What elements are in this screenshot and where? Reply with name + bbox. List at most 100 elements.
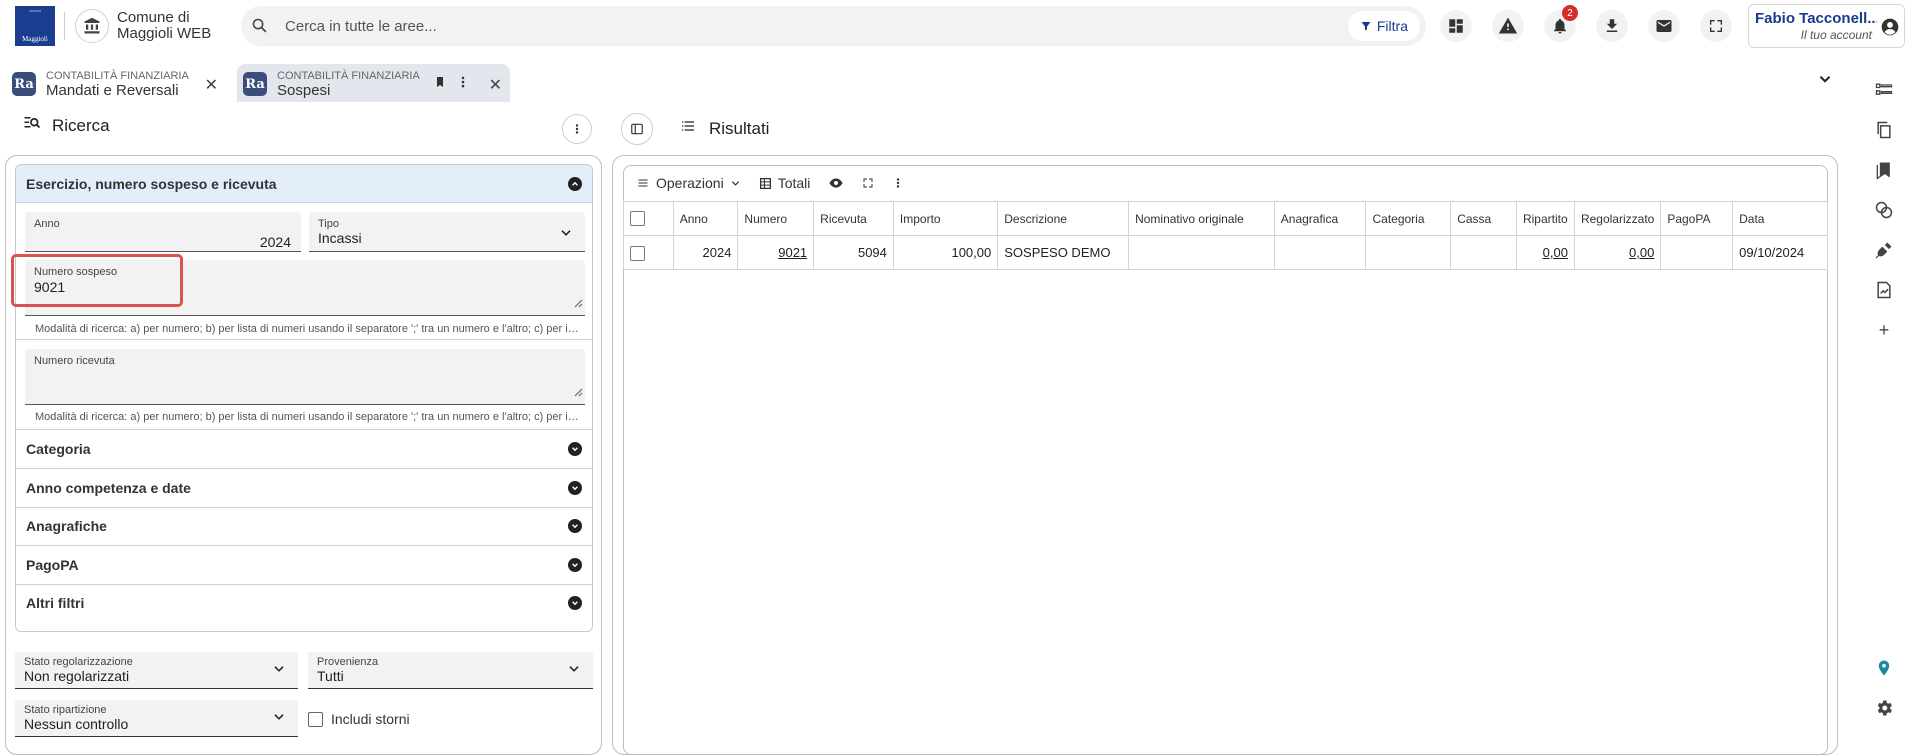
column-header[interactable]: Descrizione bbox=[997, 201, 1130, 236]
bell-icon[interactable]: 2 bbox=[1544, 5, 1578, 42]
eye-icon[interactable] bbox=[828, 177, 844, 189]
warning-icon[interactable] bbox=[1492, 10, 1524, 42]
table-header-row: Anno Numero Ricevuta Importo Descrizione… bbox=[623, 201, 1828, 236]
section-title: Categoria bbox=[26, 441, 91, 457]
section-title: Anno competenza e date bbox=[26, 480, 191, 496]
column-header[interactable]: Importo bbox=[892, 201, 999, 236]
column-header[interactable]: Cassa bbox=[1450, 201, 1517, 236]
chevron-down-icon bbox=[272, 710, 286, 729]
divider bbox=[16, 339, 592, 340]
tab-mandati-reversali[interactable]: Ra CONTABILITÀ FINANZIARIA Mandati e Rev… bbox=[6, 64, 226, 102]
mail-icon[interactable] bbox=[1648, 10, 1680, 42]
stato-ripartizione-label: Stato ripartizione bbox=[24, 704, 107, 716]
select-all-checkbox[interactable] bbox=[630, 211, 645, 227]
search-input[interactable] bbox=[285, 12, 1085, 40]
stato-ripartizione-select[interactable]: Stato ripartizione Nessun controllo bbox=[15, 700, 298, 737]
close-icon[interactable]: ✕ bbox=[205, 75, 218, 95]
section-title: Anagrafiche bbox=[26, 518, 107, 534]
coins-icon[interactable] bbox=[1872, 198, 1896, 222]
numero-ricevuta-field[interactable]: Numero ricevuta bbox=[25, 349, 585, 405]
more-vert-icon[interactable] bbox=[562, 114, 592, 144]
anno-field[interactable]: Anno 2024 bbox=[25, 212, 301, 252]
accordion-section-altri-filtri[interactable]: Altri filtri bbox=[16, 584, 592, 622]
totali-button[interactable]: Totali bbox=[759, 175, 810, 191]
row-select-cell[interactable] bbox=[623, 235, 674, 270]
column-header[interactable]: Regolarizzato bbox=[1573, 201, 1662, 236]
accordion-section-esercizio[interactable]: Esercizio, numero sospeso e ricevuta bbox=[16, 165, 592, 203]
numero-sospeso-hint: Modalità di ricerca: a) per numero; b) p… bbox=[35, 323, 583, 335]
copy-icon[interactable] bbox=[1872, 118, 1896, 142]
operazioni-menu[interactable]: Operazioni bbox=[636, 175, 741, 191]
chevron-down-icon bbox=[568, 481, 582, 495]
close-icon[interactable]: ✕ bbox=[489, 75, 502, 95]
cell-pagopa bbox=[1660, 235, 1734, 270]
row-checkbox[interactable] bbox=[630, 245, 645, 261]
checklist-icon[interactable] bbox=[1872, 78, 1896, 102]
more-vert-icon[interactable] bbox=[456, 74, 470, 95]
anno-label: Anno bbox=[34, 218, 60, 230]
accordion-section-anno-competenza[interactable]: Anno competenza e date bbox=[16, 469, 592, 507]
tab-sospesi[interactable]: Ra CONTABILITÀ FINANZIARIA Sospesi ✕ bbox=[237, 64, 510, 102]
fullscreen-icon[interactable] bbox=[862, 177, 874, 189]
results-header: Risultati bbox=[679, 118, 769, 139]
gear-icon[interactable] bbox=[1872, 696, 1896, 720]
table-row[interactable]: 2024 9021 5094 100,00 SOSPESO DEMO 0,00 … bbox=[623, 235, 1828, 270]
filter-icon bbox=[1361, 22, 1371, 31]
location-pin-icon[interactable] bbox=[1872, 656, 1896, 680]
column-header[interactable]: Anno bbox=[672, 201, 739, 236]
accordion-section-anagrafiche[interactable]: Anagrafiche bbox=[16, 507, 592, 545]
cell-numero[interactable]: 9021 bbox=[737, 235, 815, 270]
plug-icon[interactable] bbox=[1872, 238, 1896, 262]
notification-badge: 2 bbox=[1562, 5, 1578, 21]
cell-ripartito[interactable]: 0,00 bbox=[1515, 235, 1575, 270]
column-header[interactable]: Data bbox=[1732, 201, 1828, 236]
chevron-up-icon bbox=[568, 177, 582, 191]
tipo-select[interactable]: Tipo Incassi bbox=[309, 212, 585, 252]
column-header[interactable]: Ripartito bbox=[1515, 201, 1575, 236]
accordion-section-categoria[interactable]: Categoria bbox=[16, 430, 592, 468]
cell-regolarizzato[interactable]: 0,00 bbox=[1573, 235, 1662, 270]
dashboard-icon[interactable] bbox=[1440, 10, 1472, 42]
provenienza-select[interactable]: Provenienza Tutti bbox=[308, 652, 593, 689]
provenienza-label: Provenienza bbox=[317, 656, 379, 668]
resize-handle-icon[interactable] bbox=[573, 295, 583, 313]
filter-button[interactable]: Filtra bbox=[1347, 11, 1420, 41]
ripartito-link[interactable]: 0,00 bbox=[1543, 245, 1568, 260]
fullscreen-icon[interactable] bbox=[1700, 10, 1732, 42]
includi-storni-label: Includi storni bbox=[331, 711, 410, 727]
bookmarks-icon[interactable] bbox=[1872, 158, 1896, 182]
column-header[interactable]: Nominativo originale bbox=[1128, 201, 1275, 236]
toggle-sidebar-icon[interactable] bbox=[621, 113, 653, 145]
tab-app-badge: Ra bbox=[12, 72, 36, 96]
account-name: Fabio Tacconell... bbox=[1755, 10, 1877, 27]
column-header[interactable]: Anagrafica bbox=[1273, 201, 1367, 236]
column-header[interactable]: Numero bbox=[737, 201, 815, 236]
resize-handle-icon[interactable] bbox=[573, 384, 583, 402]
column-header[interactable]: Categoria bbox=[1365, 201, 1452, 236]
highlight-box bbox=[11, 254, 183, 307]
regolarizzato-link[interactable]: 0,00 bbox=[1629, 245, 1654, 260]
download-icon[interactable] bbox=[1596, 10, 1628, 42]
document-sign-icon[interactable] bbox=[1872, 278, 1896, 302]
column-header[interactable]: PagoPA bbox=[1660, 201, 1734, 236]
checkbox[interactable] bbox=[308, 711, 323, 727]
municipality-building-icon[interactable] bbox=[75, 9, 109, 43]
global-search: Filtra bbox=[241, 6, 1426, 46]
chevron-down-icon[interactable] bbox=[1816, 70, 1834, 93]
includi-storni-checkbox[interactable]: Includi storni bbox=[308, 711, 410, 727]
accordion-section-pagopa[interactable]: PagoPA bbox=[16, 546, 592, 584]
bookmark-icon[interactable] bbox=[434, 75, 446, 94]
maggioli-logo[interactable]: GRUPPO Maggioli bbox=[15, 6, 55, 46]
add-icon[interactable]: + bbox=[1872, 318, 1896, 342]
numero-link[interactable]: 9021 bbox=[778, 245, 807, 260]
cell-nominativo bbox=[1128, 235, 1275, 270]
stato-regolarizzazione-select[interactable]: Stato regolarizzazione Non regolarizzati bbox=[15, 652, 298, 689]
more-vert-icon[interactable] bbox=[892, 176, 904, 190]
account-menu[interactable]: Fabio Tacconell... Il tuo account bbox=[1748, 4, 1905, 48]
cell-categoria bbox=[1365, 235, 1452, 270]
search-panel-title: Ricerca bbox=[52, 115, 110, 135]
results-table: Anno Numero Ricevuta Importo Descrizione… bbox=[623, 201, 1828, 270]
chevron-down-icon bbox=[568, 442, 582, 456]
select-all-cell[interactable] bbox=[623, 201, 674, 236]
column-header[interactable]: Ricevuta bbox=[813, 201, 894, 236]
